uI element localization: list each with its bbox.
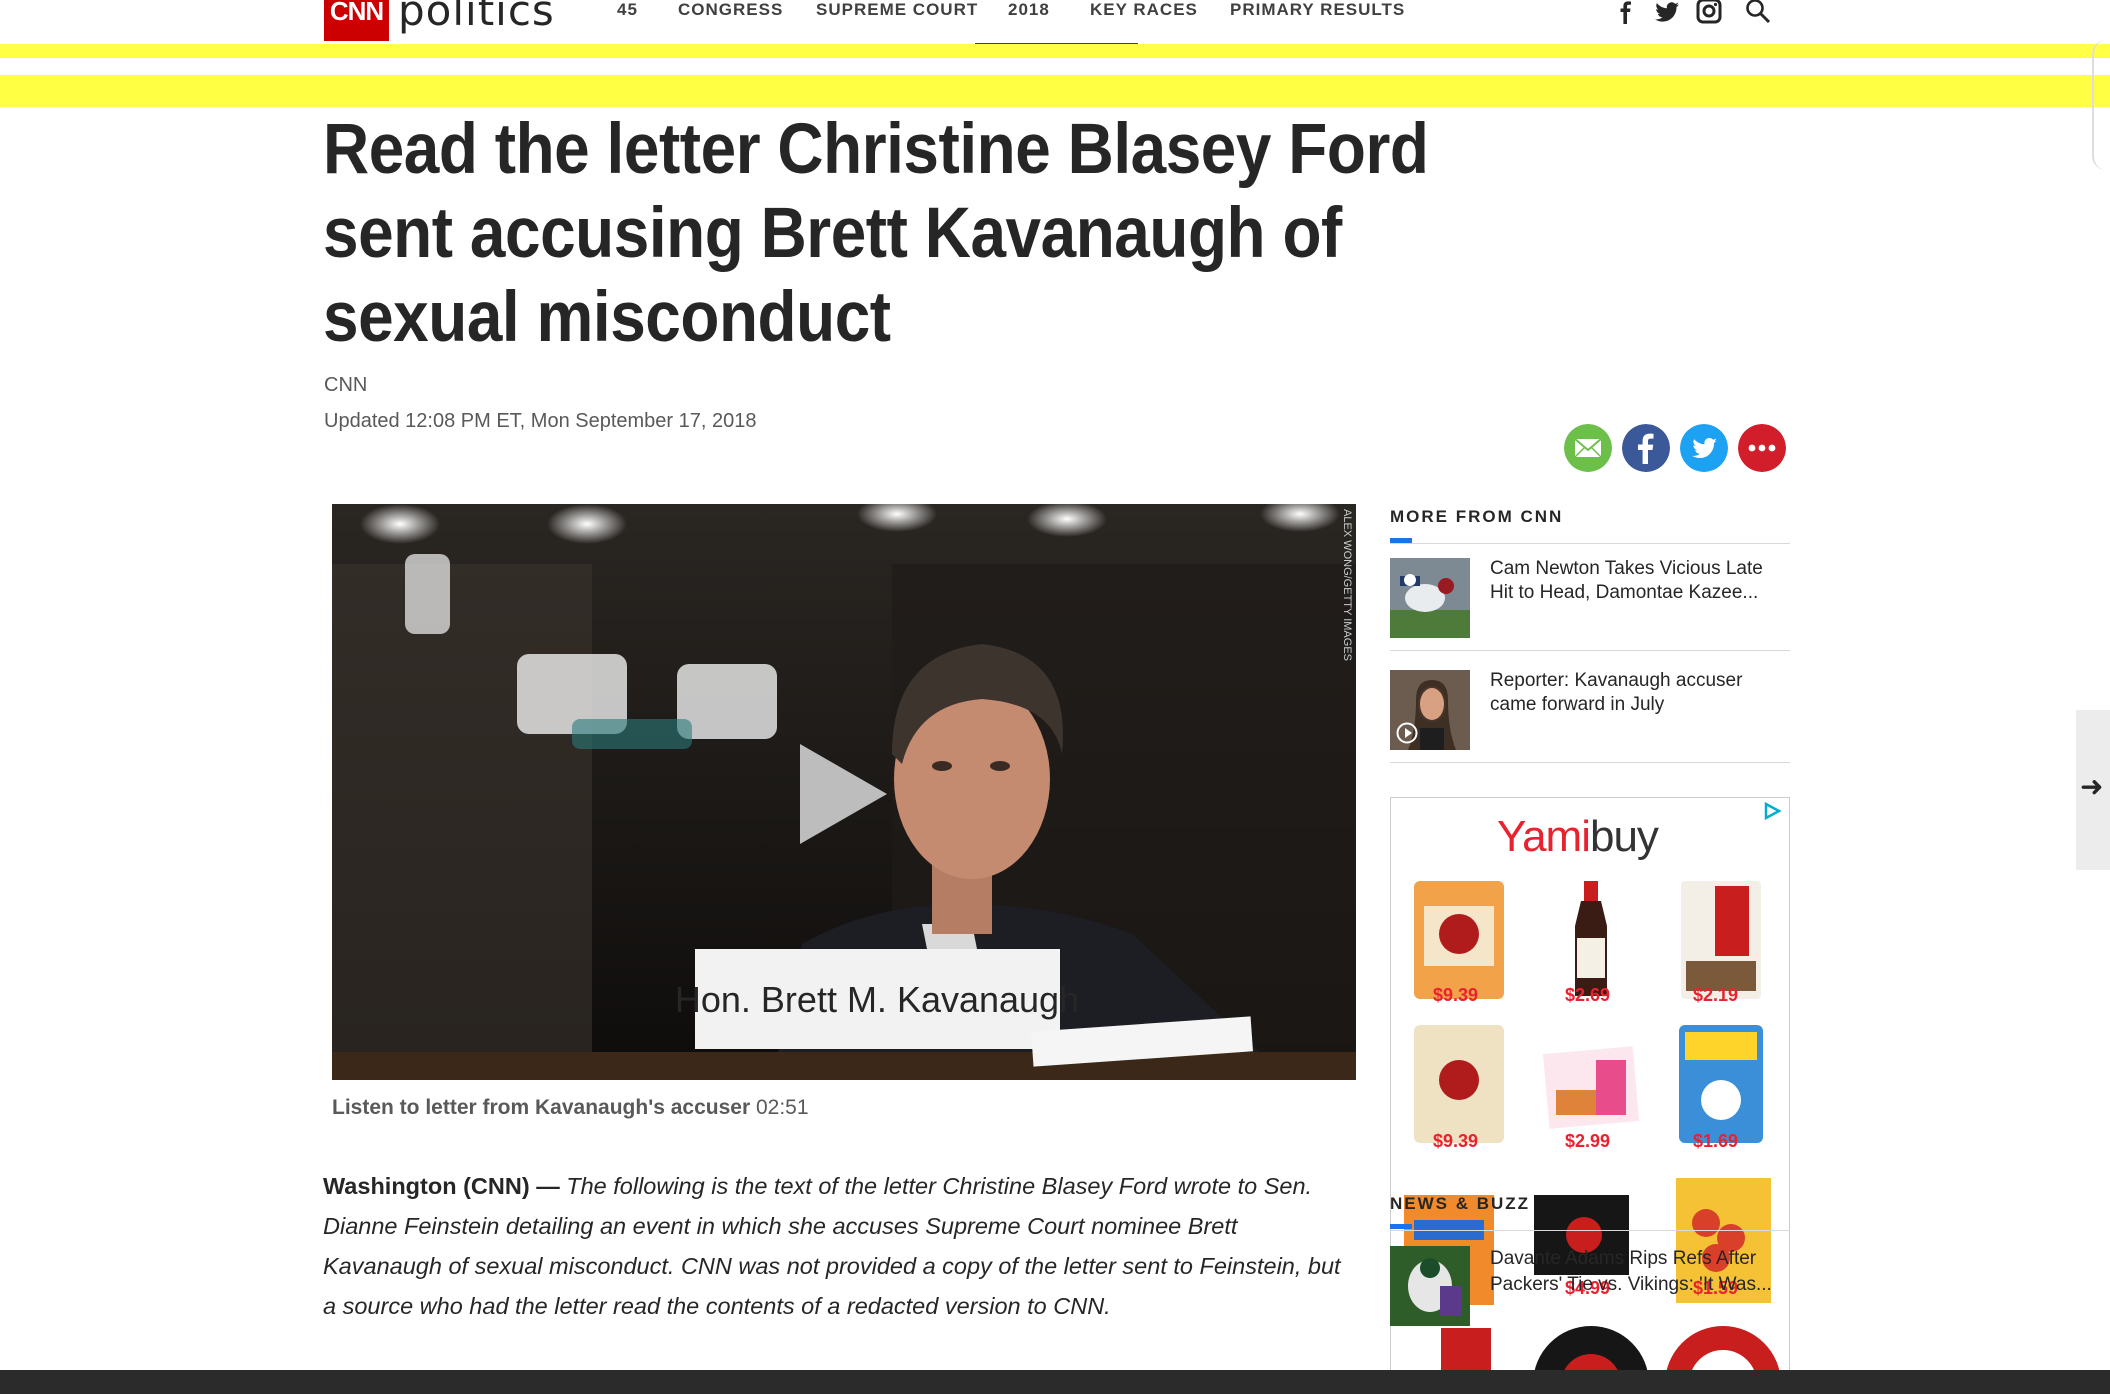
- video-caption: Listen to letter from Kavanaugh's accuse…: [332, 1096, 809, 1120]
- more-icon[interactable]: [1738, 424, 1786, 472]
- rail-divider: [1390, 1230, 1790, 1231]
- rail-link-text[interactable]: Reporter: Kavanaugh accuser came forward…: [1490, 669, 1780, 717]
- rail-divider: [1390, 762, 1790, 763]
- video-still: Hon. Brett M. Kavanaugh ALEX WONG/GETTY …: [332, 504, 1356, 1080]
- updated-timestamp: Updated 12:08 PM ET, Mon September 17, 2…: [324, 410, 757, 432]
- video-caption-title[interactable]: Listen to letter from Kavanaugh's accuse…: [332, 1096, 750, 1119]
- arrow-right-icon: ➜: [2080, 771, 2104, 802]
- article-body: Washington (CNN) — The following is the …: [323, 1166, 1343, 1326]
- nav-item-primary-results[interactable]: PRIMARY RESULTS: [1230, 0, 1405, 20]
- ad-brand-logo: Yamibuy: [1497, 812, 1659, 862]
- cnn-logo-mark: CNN: [329, 0, 384, 26]
- top-navigation: CNN politics 45 CONGRESS SUPREME COURT 2…: [0, 0, 2110, 45]
- nav-item-45[interactable]: 45: [617, 0, 638, 20]
- email-icon[interactable]: [1564, 424, 1612, 472]
- rail-link-text[interactable]: Cam Newton Takes Vicious Late Hit to Hea…: [1490, 557, 1780, 605]
- nameplate-text: Hon. Brett M. Kavanaugh: [675, 979, 1079, 1020]
- nav-item-congress[interactable]: CONGRESS: [678, 0, 783, 20]
- product-price: $9.39: [1433, 985, 1479, 1005]
- product-price: $1.69: [1693, 1131, 1739, 1151]
- more-from-cnn-title: MORE FROM CNN: [1390, 507, 1564, 526]
- news-buzz-title: NEWS & BUZZ: [1390, 1194, 1531, 1213]
- nav-item-supreme-court[interactable]: SUPREME COURT: [816, 0, 978, 20]
- rail-thumbnail[interactable]: [1390, 670, 1470, 750]
- highlight-bar-top: [0, 44, 2110, 58]
- search-icon[interactable]: [1745, 0, 1771, 24]
- video-duration: 02:51: [755, 1096, 809, 1119]
- rail-divider: [1390, 543, 1790, 544]
- dateline: Washington (CNN) —: [323, 1173, 560, 1199]
- product-price: $9.39: [1433, 1131, 1479, 1151]
- news-buzz-thumbnail[interactable]: [1390, 1246, 1470, 1326]
- nav-item-2018[interactable]: 2018: [1008, 0, 1050, 20]
- news-buzz-link-text[interactable]: Davante Adams Rips Refs After Packers' T…: [1490, 1246, 1780, 1298]
- ad-brand-part: Yami: [1497, 812, 1591, 861]
- article-headline: Read the letter Christine Blasey Ford se…: [323, 110, 1429, 357]
- ad-brand-part: buy: [1589, 812, 1659, 861]
- nav-item-key-races[interactable]: KEY RACES: [1090, 0, 1198, 20]
- facebook-icon[interactable]: [1622, 424, 1670, 472]
- adchoices-icon[interactable]: [1763, 802, 1781, 820]
- next-article-tab[interactable]: ➜: [2076, 710, 2110, 870]
- instagram-icon[interactable]: [1696, 0, 1722, 24]
- byline: CNN: [324, 374, 368, 396]
- cnn-logo[interactable]: CNN: [324, 0, 389, 41]
- twitter-icon[interactable]: [1654, 0, 1680, 24]
- highlight-bar-bottom: [0, 75, 2110, 107]
- product-price: $2.19: [1693, 985, 1739, 1005]
- twitter-icon[interactable]: [1680, 424, 1728, 472]
- rail-divider: [1390, 650, 1790, 651]
- scroll-edge: [2092, 40, 2110, 170]
- play-icon: [1396, 722, 1418, 744]
- product-price: $2.69: [1565, 985, 1611, 1005]
- photo-credit: ALEX WONG/GETTY IMAGES: [1341, 509, 1353, 661]
- politics-wordmark[interactable]: politics: [398, 0, 555, 35]
- news-buzz-accent: [1390, 1224, 1412, 1229]
- facebook-icon[interactable]: [1612, 0, 1638, 24]
- product-price: $2.99: [1565, 1131, 1611, 1151]
- bottom-bar: [0, 1370, 2110, 1394]
- rail-thumbnail[interactable]: [1390, 558, 1470, 638]
- video-player[interactable]: Hon. Brett M. Kavanaugh ALEX WONG/GETTY …: [332, 504, 1356, 1080]
